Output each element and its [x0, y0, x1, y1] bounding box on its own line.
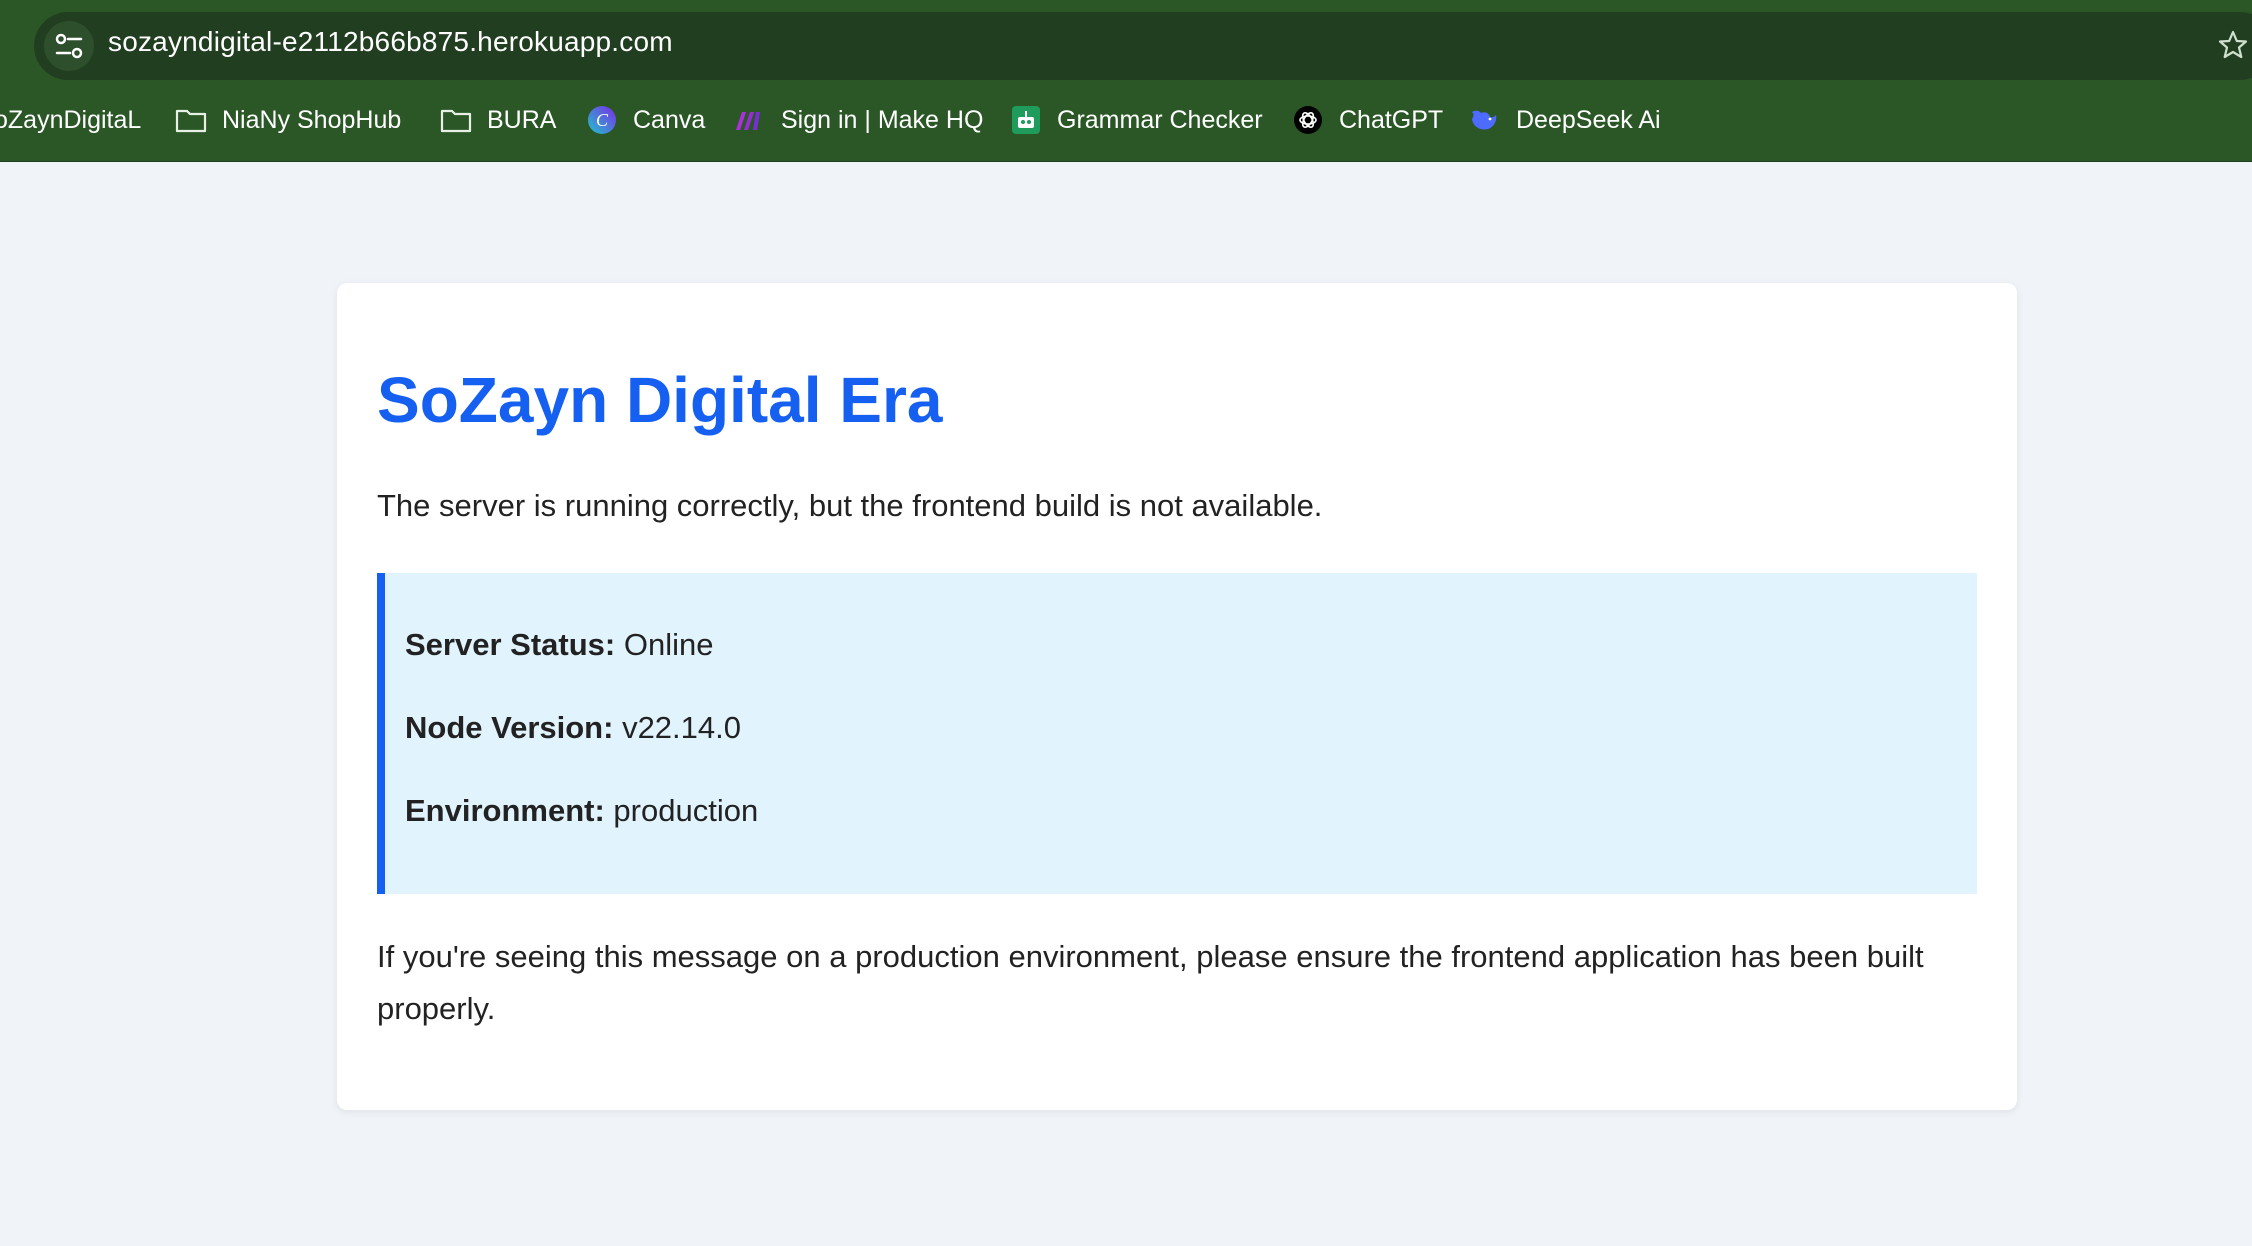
url-text[interactable]: sozayndigital-e2112b66b875.herokuapp.com — [108, 26, 673, 58]
site-info-button[interactable] — [44, 21, 94, 71]
bookmark-chatgpt[interactable]: ChatGPT — [1291, 95, 1443, 145]
bookmark-grammar-checker[interactable]: Grammar Checker — [1009, 95, 1263, 145]
node-version-label: Node Version: — [405, 710, 614, 745]
deepseek-icon — [1468, 103, 1502, 137]
lead-message: The server is running correctly, but the… — [377, 488, 1323, 523]
bookmark-canva[interactable]: C Canva — [585, 95, 705, 145]
bookmark-nianyshophub[interactable]: NiaNy ShopHub — [174, 95, 401, 145]
tune-icon — [55, 33, 83, 59]
environment-row: Environment: production — [405, 793, 758, 829]
canva-icon: C — [585, 103, 619, 137]
bookmarks-bar: oZaynDigitaL NiaNy ShopHub BURA C Canva — [0, 95, 2252, 145]
server-info-panel: Server Status: Online Node Version: v22.… — [377, 573, 1977, 894]
page-title: SoZayn Digital Era — [377, 364, 943, 436]
svg-text:C: C — [596, 110, 609, 130]
make-icon — [733, 103, 767, 137]
environment-label: Environment: — [405, 793, 605, 828]
chatgpt-icon — [1291, 103, 1325, 137]
server-status-label: Server Status: — [405, 627, 616, 662]
server-status-row: Server Status: Online — [405, 627, 713, 663]
bookmark-deepseek[interactable]: DeepSeek Ai — [1468, 95, 1661, 145]
bookmark-label: DeepSeek Ai — [1516, 105, 1661, 134]
folder-icon — [174, 103, 208, 137]
bookmark-star-icon[interactable] — [2218, 30, 2248, 60]
browser-chrome: sozayndigital-e2112b66b875.herokuapp.com… — [0, 0, 2252, 162]
node-version-value: v22.14.0 — [622, 710, 741, 745]
grammar-icon — [1009, 103, 1043, 137]
bookmark-label: ChatGPT — [1339, 105, 1444, 134]
environment-value: production — [613, 793, 759, 828]
server-status-value: Online — [623, 627, 714, 662]
bookmark-label: oZaynDigitaL — [0, 105, 142, 134]
footnote-message: If you're seeing this message on a produ… — [377, 939, 1924, 1026]
bookmark-label: Sign in | Make HQ — [781, 105, 984, 134]
bookmark-sozayndigital[interactable]: oZaynDigitaL — [0, 95, 141, 145]
bookmark-bura[interactable]: BURA — [439, 95, 556, 145]
bookmark-label: Grammar Checker — [1057, 105, 1263, 134]
bookmark-label: BURA — [487, 105, 557, 134]
bookmark-label: Canva — [633, 105, 706, 134]
status-card: SoZayn Digital Era The server is running… — [337, 283, 2017, 1110]
bookmark-make[interactable]: Sign in | Make HQ — [733, 95, 983, 145]
bookmark-label: NiaNy ShopHub — [222, 105, 402, 134]
address-bar[interactable]: sozayndigital-e2112b66b875.herokuapp.com — [34, 12, 2252, 80]
folder-icon — [439, 103, 473, 137]
node-version-row: Node Version: v22.14.0 — [405, 710, 741, 746]
